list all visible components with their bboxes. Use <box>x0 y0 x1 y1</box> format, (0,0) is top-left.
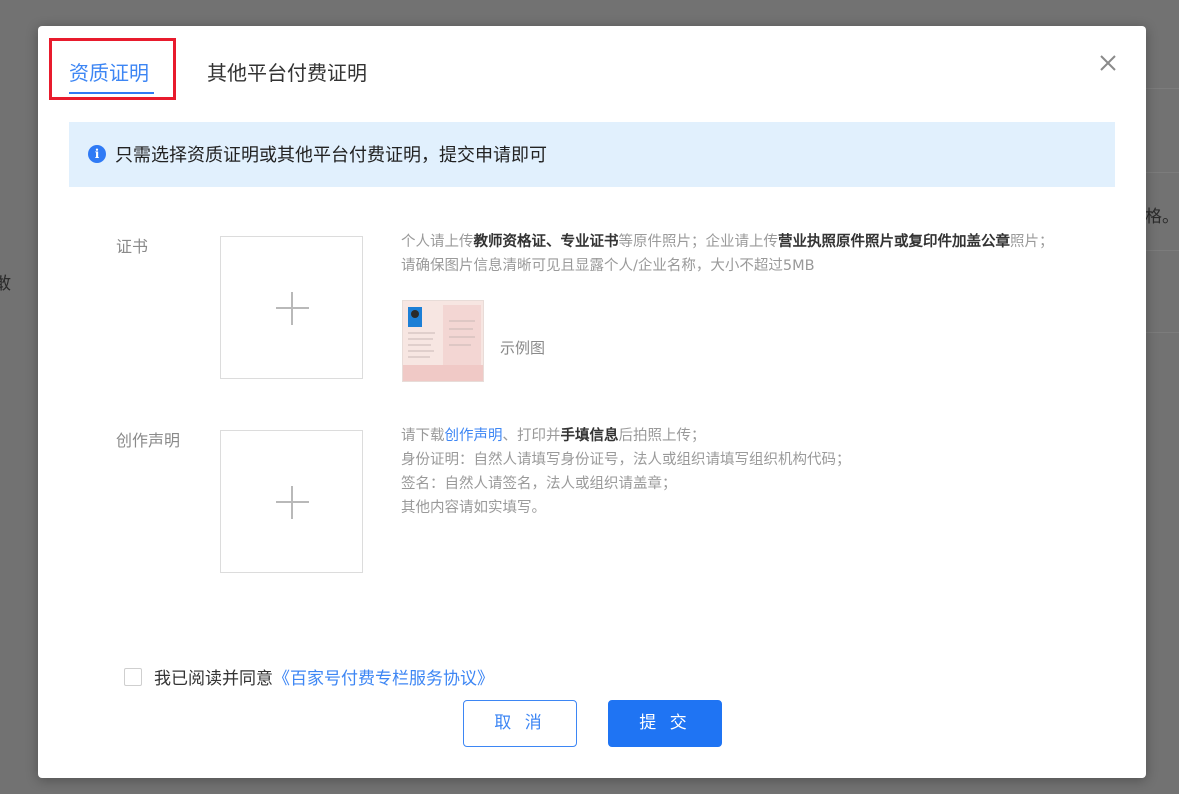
desc-strong-text: 营业执照原件照片或复印件加盖公章 <box>778 234 1010 250</box>
background-divider <box>1146 88 1179 89</box>
close-icon[interactable] <box>1096 51 1120 75</box>
sample-certificate-image[interactable] <box>402 300 484 382</box>
background-text-right: 格。 <box>1145 207 1179 227</box>
desc-text: 照片； <box>1010 234 1054 250</box>
cancel-button[interactable]: 取 消 <box>463 700 577 747</box>
statement-upload-button[interactable] <box>220 430 363 573</box>
tab-other-platform-payment[interactable]: 其他平台付费证明 <box>207 56 367 90</box>
statement-desc-line-2: 身份证明：自然人请填写身份证号，法人或组织请填写组织机构代码； <box>401 452 851 468</box>
desc-text: 、打印并 <box>502 428 561 444</box>
desc-text: 等原件照片；企业请上传 <box>618 234 779 250</box>
background-text-left: 敢 <box>0 274 11 294</box>
info-icon: i <box>88 145 106 163</box>
statement-desc-line-3: 签名：自然人请签名，法人或组织请盖章； <box>401 476 677 492</box>
desc-strong-text: 手填信息 <box>560 428 619 444</box>
statement-desc-line-4: 其他内容请如实填写。 <box>401 500 546 516</box>
background-divider <box>1146 250 1179 251</box>
agreement-link[interactable]: 《百家号付费专栏服务协议》 <box>273 669 494 689</box>
certificate-desc-line-2: 请确保图片信息清晰可见且显露个人/企业名称，大小不超过5MB <box>401 258 815 274</box>
agreement-prefix: 我已阅读并同意 <box>154 669 273 689</box>
certificate-upload-button[interactable] <box>220 236 363 379</box>
download-statement-link[interactable]: 创作声明 <box>445 428 503 444</box>
desc-text: 后拍照上传； <box>618 428 706 444</box>
agreement-checkbox[interactable] <box>124 668 142 686</box>
highlight-box <box>49 38 176 100</box>
certificate-description: 个人请上传教师资格证、专业证书等原件照片；企业请上传营业执照原件照片或复印件加盖… <box>401 230 1054 278</box>
certificate-label: 证书 <box>116 237 149 256</box>
statement-label: 创作声明 <box>116 431 181 450</box>
desc-text: 请下载 <box>401 428 445 444</box>
certificate-desc-line-1: 个人请上传教师资格证、专业证书等原件照片；企业请上传营业执照原件照片或复印件加盖… <box>401 230 1054 254</box>
background-divider <box>1146 172 1179 173</box>
statement-desc-line-1: 请下载创作声明、打印并手填信息后拍照上传； <box>401 424 851 448</box>
statement-description: 请下载创作声明、打印并手填信息后拍照上传； 身份证明：自然人请填写身份证号，法人… <box>401 424 851 520</box>
background-divider <box>1146 332 1179 333</box>
qualification-modal: 资质证明 其他平台付费证明 i 只需选择资质证明或其他平台付费证明，提交申请即可… <box>38 26 1146 778</box>
plus-icon <box>276 292 309 325</box>
desc-text: 个人请上传 <box>401 234 474 250</box>
agreement-text: 我已阅读并同意《百家号付费专栏服务协议》 <box>154 664 494 689</box>
desc-strong-text: 教师资格证、专业证书 <box>473 234 619 250</box>
notice-text: 只需选择资质证明或其他平台付费证明，提交申请即可 <box>115 145 547 166</box>
submit-button[interactable]: 提 交 <box>608 700 722 747</box>
notice-banner: i 只需选择资质证明或其他平台付费证明，提交申请即可 <box>69 122 1115 187</box>
plus-icon <box>276 486 309 519</box>
modal-tabs: 资质证明 其他平台付费证明 <box>38 26 1146 122</box>
sample-label: 示例图 <box>500 339 546 357</box>
